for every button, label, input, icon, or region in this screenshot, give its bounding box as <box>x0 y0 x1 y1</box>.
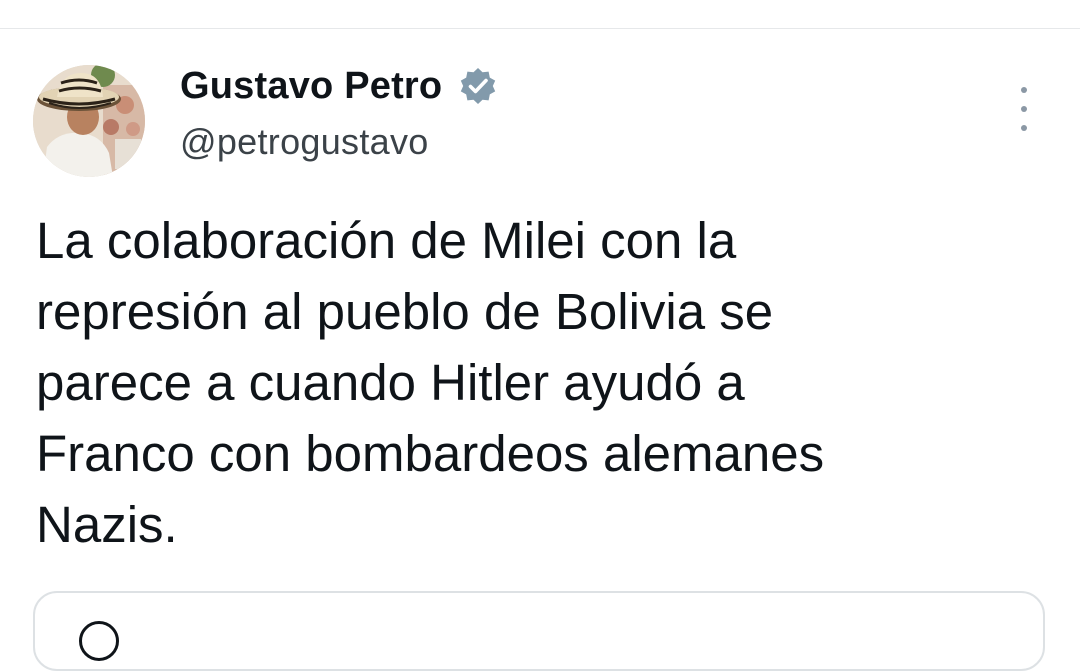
verified-badge-icon <box>458 66 498 106</box>
more-options-button[interactable] <box>1008 87 1040 131</box>
author-info[interactable]: Gustavo Petro @petrogustavo <box>180 65 498 163</box>
avatar[interactable] <box>33 65 145 177</box>
tweet-text: La colaboración de Milei con la represió… <box>36 212 825 553</box>
quoted-avatar <box>79 621 119 661</box>
more-vertical-icon-dot <box>1021 125 1027 131</box>
more-vertical-icon-dot <box>1021 106 1027 112</box>
display-name[interactable]: Gustavo Petro <box>180 65 442 108</box>
more-vertical-icon <box>1021 87 1027 93</box>
name-row[interactable]: Gustavo Petro <box>180 65 498 107</box>
handle[interactable]: @petrogustavo <box>180 121 498 163</box>
quoted-tweet-card[interactable] <box>33 591 1045 671</box>
tweet[interactable]: Gustavo Petro @petrogustavo La colaborac… <box>0 29 1080 671</box>
